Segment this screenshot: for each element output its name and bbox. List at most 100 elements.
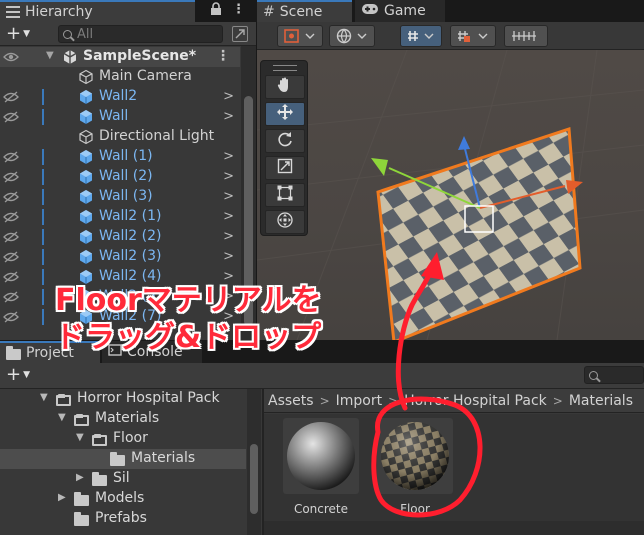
visibility-eye-icon[interactable] [3, 51, 19, 63]
chevron-right-icon[interactable]: > [223, 229, 234, 244]
folder-tree-item[interactable]: ▶ Sil [0, 469, 246, 489]
rotate-tool-button[interactable] [265, 129, 305, 153]
chevron-right-icon[interactable]: > [223, 249, 234, 264]
shading-globe-button[interactable] [329, 25, 375, 47]
foldout-open-icon[interactable]: ▼ [58, 412, 66, 423]
breadcrumb-item[interactable]: Import [336, 393, 382, 409]
tool-palette-grip[interactable] [273, 65, 297, 71]
scene-menu-icon[interactable]: ⋮ [216, 48, 230, 64]
chevron-right-icon[interactable]: > [223, 269, 234, 284]
breadcrumb-item[interactable]: Horror Hospital Pack [404, 393, 547, 409]
hierarchy-item[interactable]: Wall > [0, 107, 240, 127]
hierarchy-item[interactable]: Wall2 (1) > [0, 207, 240, 227]
hierarchy-scroll-thumb[interactable] [244, 96, 253, 326]
chevron-right-icon[interactable]: > [223, 309, 234, 324]
increment-snap-button[interactable] [450, 25, 496, 47]
scene-tool-palette [260, 60, 308, 236]
project-tree-scroll-thumb[interactable] [250, 444, 258, 514]
breadcrumb-item[interactable]: Assets [268, 393, 314, 409]
folder-icon [74, 512, 89, 529]
foldout-closed-icon[interactable]: ▶ [58, 492, 66, 503]
hidden-eye-icon[interactable] [3, 171, 19, 183]
hierarchy-search-input[interactable]: All [58, 25, 223, 43]
hidden-eye-icon[interactable] [3, 291, 19, 303]
folder-tree-item[interactable]: Prefabs [0, 509, 246, 529]
move-tool-button[interactable] [265, 102, 305, 126]
chevron-right-icon[interactable]: > [223, 209, 234, 224]
chevron-right-icon[interactable]: > [223, 189, 234, 204]
hand-tool-button[interactable] [265, 75, 305, 99]
add-object-button[interactable]: + ▼ [6, 23, 30, 44]
tab-hierarchy[interactable]: Hierarchy [0, 0, 195, 22]
hidden-eye-icon[interactable] [3, 191, 19, 203]
hierarchy-scrollbar[interactable] [241, 46, 256, 340]
chevron-right-icon[interactable]: > [223, 169, 234, 184]
scale-tool-button[interactable] [265, 156, 305, 180]
chevron-right-icon[interactable]: > [223, 289, 234, 304]
hierarchy-item[interactable]: Wall2 (7) > [0, 307, 240, 327]
hierarchy-item[interactable]: Wall2 (4) > [0, 267, 240, 287]
foldout-closed-icon[interactable]: ▶ [76, 472, 84, 483]
hidden-eye-icon[interactable] [3, 251, 19, 263]
prefab-cube-icon [78, 309, 94, 325]
chevron-right-icon[interactable]: > [223, 149, 234, 164]
scene-viewport[interactable] [257, 50, 644, 340]
scene-row[interactable]: ▼ SampleScene* ⋮ [0, 47, 240, 67]
hidden-eye-icon[interactable] [3, 91, 19, 103]
hand-tool-icon [277, 76, 293, 98]
tab-console[interactable]: Console [102, 341, 202, 363]
asset-floor[interactable]: Floor [370, 418, 460, 516]
hierarchy-item[interactable]: Wall2 (5) > [0, 287, 240, 307]
lock-icon[interactable] [210, 2, 222, 20]
foldout-open-icon[interactable]: ▼ [40, 392, 48, 403]
scene-3d-render[interactable] [257, 50, 644, 340]
draw-mode-button[interactable] [277, 25, 323, 47]
hidden-eye-icon[interactable] [3, 151, 19, 163]
prefab-indicator [42, 229, 44, 245]
hidden-eye-icon[interactable] [3, 271, 19, 283]
folder-tree-item[interactable]: ▼ Materials [0, 409, 246, 429]
hierarchy-item[interactable]: Wall2 > [0, 87, 240, 107]
chevron-right-icon[interactable]: > [223, 109, 234, 124]
folder-tree-item[interactable]: ▼ Floor [0, 429, 246, 449]
folder-tree-item[interactable]: ▼ Horror Hospital Pack [0, 389, 246, 409]
folder-tree-item[interactable]: ▶ Models [0, 489, 246, 509]
breadcrumb-separator-icon: > [319, 393, 330, 408]
transform-tool-button[interactable] [265, 210, 305, 234]
grid-snapping-button[interactable] [400, 25, 442, 47]
hidden-eye-icon[interactable] [3, 211, 19, 223]
tab-game[interactable]: Game [355, 0, 445, 22]
tab-project[interactable]: Project [0, 341, 100, 363]
create-asset-button[interactable]: + ▼ [6, 364, 30, 385]
hierarchy-item[interactable]: Wall2 (3) > [0, 247, 240, 267]
project-tree-scrollbar[interactable] [247, 389, 261, 535]
chevron-right-icon[interactable]: > [223, 89, 234, 104]
tab-scene[interactable]: # Scene [257, 0, 352, 22]
open-folder-icon [56, 393, 71, 409]
search-options-icon[interactable] [232, 26, 248, 42]
hierarchy-item[interactable]: Wall (3) > [0, 187, 240, 207]
hierarchy-item[interactable]: Wall (2) > [0, 167, 240, 187]
prefab-indicator [42, 289, 44, 305]
breadcrumb-item[interactable]: Materials [569, 393, 633, 409]
scene-foldout-arrow-icon[interactable]: ▼ [46, 50, 54, 61]
hidden-eye-icon[interactable] [3, 231, 19, 243]
kebab-menu-icon[interactable]: ⋮ [232, 2, 245, 17]
floor-plane[interactable] [376, 126, 582, 340]
hierarchy-item[interactable]: Wall2 (2) > [0, 227, 240, 247]
hierarchy-item[interactable]: Directional Light [0, 127, 240, 147]
hierarchy-item[interactable]: Main Camera [0, 67, 240, 87]
folder-tree-item[interactable]: Materials [0, 449, 246, 469]
project-search-input[interactable] [584, 366, 644, 384]
scene-panel: # Scene Game [257, 0, 644, 340]
ruler-snap-button[interactable] [504, 25, 548, 47]
hierarchy-item-label: Wall2 (3) [99, 248, 162, 264]
hidden-eye-icon[interactable] [3, 111, 19, 123]
foldout-open-icon[interactable]: ▼ [76, 432, 84, 443]
folder-icon [92, 472, 107, 489]
asset-concrete[interactable]: Concrete [276, 418, 366, 516]
rect-tool-button[interactable] [265, 183, 305, 207]
scene-tabbar: # Scene Game [257, 0, 644, 22]
hidden-eye-icon[interactable] [3, 311, 19, 323]
hierarchy-item[interactable]: Wall (1) > [0, 147, 240, 167]
